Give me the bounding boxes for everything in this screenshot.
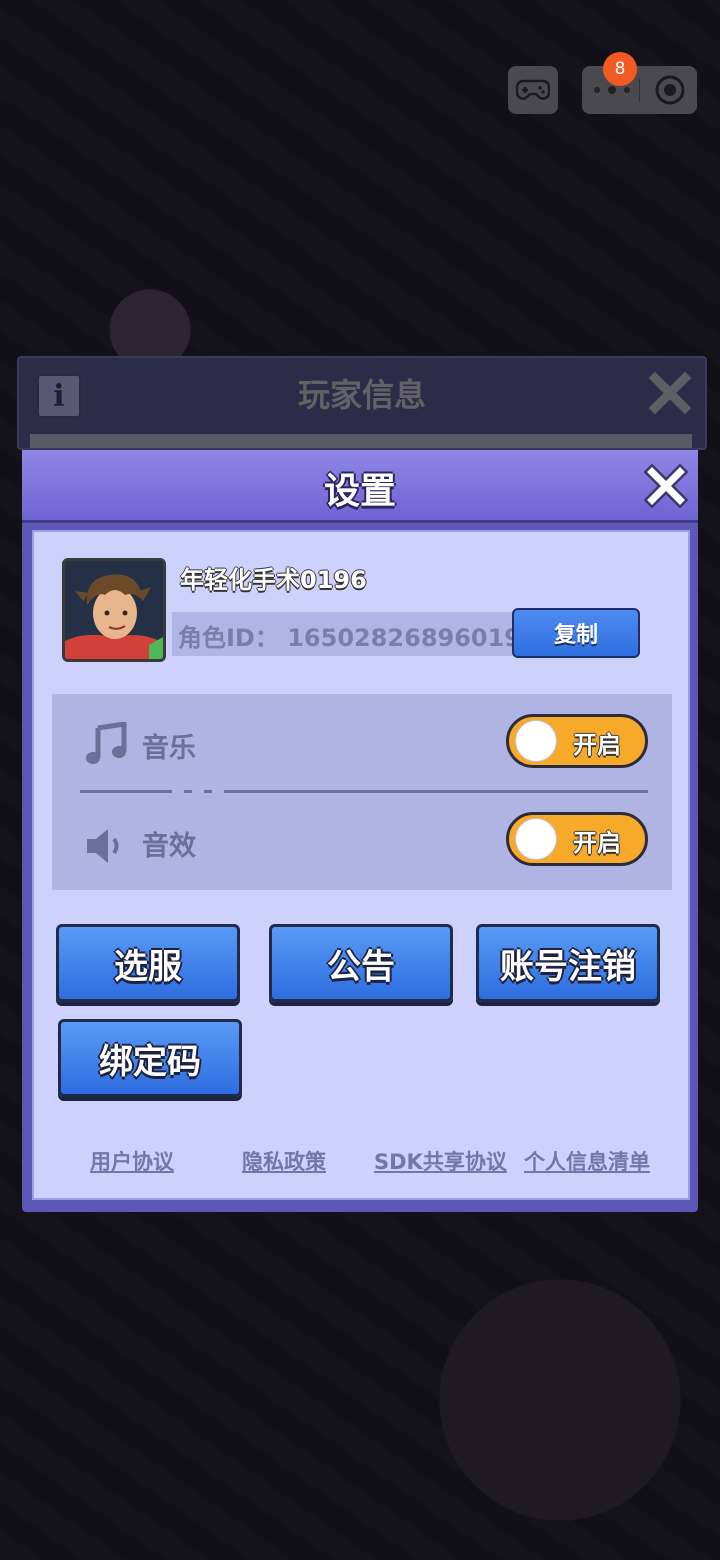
music-label: 音乐: [142, 733, 196, 764]
music-note-icon: [86, 722, 127, 764]
dialog-body: 年轻化手术0196 角色ID： 165028268960196 复制 音乐 开启: [32, 530, 690, 1200]
sdk-sharing-link[interactable]: SDK共享协议: [374, 1146, 507, 1176]
divider: [204, 790, 212, 793]
privacy-policy-link[interactable]: 隐私政策: [242, 1146, 326, 1176]
sfx-toggle-knob: [515, 818, 557, 860]
role-id: 角色ID： 165028268960196: [178, 618, 538, 653]
player-info-strip: [30, 434, 692, 448]
announcement-button[interactable]: 公告: [269, 924, 453, 1002]
role-id-value: 165028268960196: [287, 624, 538, 652]
divider: [80, 790, 172, 793]
audio-settings: 音乐 开启 音效 开启: [52, 694, 672, 890]
avatar: [62, 558, 166, 662]
bind-code-button[interactable]: 绑定码: [58, 1019, 242, 1097]
copy-button[interactable]: 复制: [512, 608, 640, 658]
notification-badge: 8: [603, 52, 637, 86]
sfx-toggle[interactable]: 开启: [506, 812, 648, 866]
dialog-header: 设置: [22, 450, 698, 523]
capsule-divider: [639, 78, 640, 102]
speaker-icon: [87, 829, 119, 863]
player-info-title: 玩家信息: [297, 376, 426, 414]
close-icon: [648, 371, 692, 415]
personal-info-list-link[interactable]: 个人信息清单: [524, 1146, 650, 1176]
user-agreement-link[interactable]: 用户协议: [90, 1146, 174, 1176]
music-toggle-label: 开启: [573, 731, 621, 759]
account-deletion-button[interactable]: 账号注销: [476, 924, 660, 1002]
music-toggle-knob: [515, 720, 557, 762]
settings-dialog: 设置 年轻化手术0196 角色ID： 165028268960196 复制 音乐…: [22, 450, 698, 1212]
sfx-label: 音效: [142, 831, 196, 862]
mini-program-capsule: [582, 66, 697, 114]
role-id-label: 角色ID：: [178, 624, 279, 652]
dialog-title: 设置: [323, 471, 396, 512]
music-toggle[interactable]: 开启: [506, 714, 648, 768]
game-center-button[interactable]: [508, 66, 558, 114]
divider: [224, 790, 648, 793]
target-icon[interactable]: [654, 74, 686, 106]
close-button[interactable]: [642, 462, 690, 510]
divider: [184, 790, 192, 793]
gamepad-icon: [516, 79, 550, 100]
player-nickname: 年轻化手术0196: [180, 566, 367, 594]
server-select-button[interactable]: 选服: [56, 924, 240, 1002]
avatar-portrait: [65, 561, 163, 659]
sfx-toggle-label: 开启: [573, 829, 621, 857]
